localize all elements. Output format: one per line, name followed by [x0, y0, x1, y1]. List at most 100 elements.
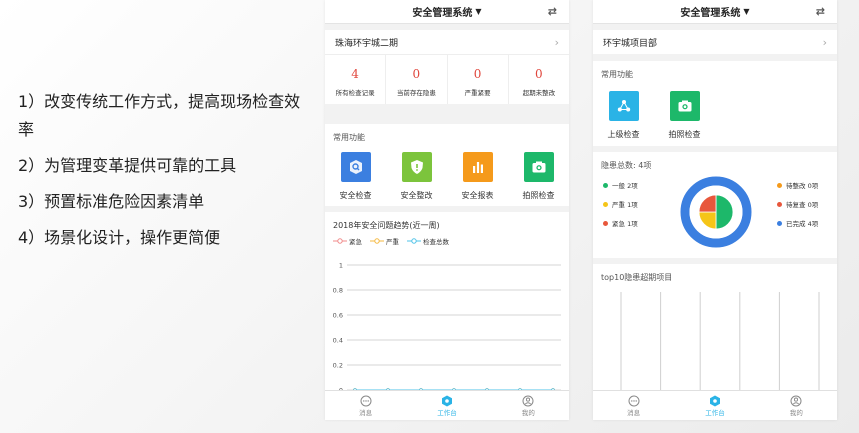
- trend-line-chart: 10.80.60.40.20: [333, 262, 561, 392]
- feature-item: 3）预置标准危险因素清单: [18, 192, 205, 211]
- stat-overdue[interactable]: 0 超期未整改: [509, 55, 569, 104]
- caret-down-icon: ▼: [475, 7, 482, 16]
- sync-icon[interactable]: ⇄: [816, 5, 825, 18]
- app-title-bar[interactable]: 安全管理系统 ▼ ⇄: [593, 0, 837, 24]
- project-selector[interactable]: 珠海环宇城二期 ›: [325, 30, 569, 54]
- legend-label: 待复查 0项: [786, 201, 819, 209]
- legend-dot: [777, 220, 782, 226]
- nav-messages[interactable]: 消息: [325, 391, 406, 420]
- legend-label: 待整改 0项: [786, 182, 819, 190]
- legend-item: 紧急 1项: [603, 218, 638, 228]
- message-icon: [593, 394, 674, 407]
- camera-icon: [669, 91, 700, 121]
- function-photo-check[interactable]: 拍照检查: [508, 152, 569, 201]
- legend-dot: [603, 182, 608, 188]
- nav-profile[interactable]: 我的: [488, 391, 569, 420]
- workbench-icon: [674, 394, 755, 407]
- project-card: 珠海环宇城二期 › 4 所有检查记录 0 当前存在隐患 0 严重紧要 0 超期未…: [325, 30, 569, 104]
- nav-workbench[interactable]: 工作台: [674, 391, 755, 420]
- feature-item: 1）改变传统工作方式，提高现场检查效率: [18, 92, 301, 139]
- profile-icon: [756, 394, 837, 407]
- section-title: 常用功能: [601, 70, 633, 79]
- legend-item: 严重 1项: [603, 199, 638, 209]
- function-superior-check[interactable]: 上级检查: [593, 91, 654, 140]
- app-title-bar[interactable]: 安全管理系统 ▼ ⇄: [325, 0, 569, 24]
- feature-item: 4）场景化设计，操作更简便: [18, 228, 221, 247]
- nav-label: 消息: [627, 409, 641, 417]
- top10-card: top10隐患超期项目: [593, 264, 837, 392]
- legend-label: 严重 1项: [612, 201, 638, 209]
- bottom-nav: 消息 工作台 我的: [325, 390, 569, 420]
- hazard-total: 隐患总数: 4项: [601, 161, 652, 170]
- function-label: 拍照检查: [668, 130, 701, 139]
- function-label: 安全整改: [400, 191, 433, 200]
- profile-icon: [488, 394, 569, 407]
- top10-bar-chart: [620, 292, 820, 390]
- function-label: 安全报表: [461, 191, 494, 200]
- legend-item: 已完成 4项: [777, 218, 818, 228]
- nav-label: 消息: [359, 409, 373, 417]
- stat-value: 0: [535, 67, 543, 81]
- phone-screen-project: 安全管理系统 ▼ ⇄ 珠海环宇城二期 › 4 所有检查记录 0 当前存在隐患 0…: [325, 0, 569, 420]
- function-photo-check[interactable]: 拍照检查: [654, 91, 715, 140]
- shield-icon: [401, 152, 432, 182]
- workbench-icon: [406, 394, 487, 407]
- stat-value: 0: [412, 67, 421, 81]
- nav-label: 我的: [521, 409, 535, 417]
- hazard-donut-chart: [680, 176, 752, 248]
- function-grid: 上级检查 拍照检查: [593, 91, 837, 140]
- stat-label: 所有检查记录: [335, 89, 375, 97]
- stat-value: 4: [351, 67, 359, 81]
- nav-label: 工作台: [705, 409, 725, 417]
- y-tick-label: 0.4: [333, 337, 343, 345]
- app-title: 安全管理系统: [412, 8, 473, 19]
- function-label: 拍照检查: [522, 191, 555, 200]
- hazard-level-legend: 一般 2项 严重 1项 紧急 1项: [603, 180, 638, 237]
- function-safety-check[interactable]: 安全检查: [325, 152, 386, 201]
- nav-messages[interactable]: 消息: [593, 391, 674, 420]
- legend-dot: [777, 201, 782, 207]
- app-title: 安全管理系统: [680, 8, 741, 19]
- search-icon: [340, 152, 371, 182]
- caret-down-icon: ▼: [743, 7, 750, 16]
- nav-label: 我的: [789, 409, 803, 417]
- legend-dot: [777, 182, 782, 188]
- project-card: 环宇城项目部 ›: [593, 30, 837, 54]
- nav-profile[interactable]: 我的: [756, 391, 837, 420]
- stat-label: 当前存在隐患: [396, 89, 436, 97]
- feature-item: 2）为管理变革提供可靠的工具: [18, 156, 237, 175]
- functions-card: 常用功能 安全检查 安全整改 安全报表 拍照检查: [325, 124, 569, 206]
- nav-label: 工作台: [437, 409, 457, 417]
- legend-label: 已完成 4项: [786, 220, 819, 228]
- message-icon: [325, 394, 406, 407]
- legend-dot: [603, 201, 608, 207]
- chevron-right-icon: ›: [822, 35, 827, 49]
- project-selector[interactable]: 环宇城项目部 ›: [593, 30, 837, 54]
- y-tick-label: 0.8: [333, 287, 343, 295]
- stat-current-hazards[interactable]: 0 当前存在隐患: [386, 55, 448, 104]
- section-title: 常用功能: [333, 133, 365, 142]
- stat-all-records[interactable]: 4 所有检查记录: [325, 55, 387, 104]
- function-label: 安全检查: [339, 191, 372, 200]
- nav-workbench[interactable]: 工作台: [406, 391, 487, 420]
- legend-item: 一般 2项: [603, 180, 638, 190]
- function-grid: 安全检查 安全整改 安全报表 拍照检查: [325, 152, 569, 201]
- y-tick-label: 0.6: [333, 312, 343, 320]
- project-name: 环宇城项目部: [603, 38, 658, 49]
- project-name: 珠海环宇城二期: [335, 38, 399, 49]
- chevron-right-icon: ›: [554, 35, 559, 49]
- hazard-status-legend: 待整改 0项 待复查 0项 已完成 4项: [777, 180, 818, 237]
- function-safety-report[interactable]: 安全报表: [447, 152, 508, 201]
- function-safety-rectify[interactable]: 安全整改: [386, 152, 447, 201]
- hazard-summary-card: 隐患总数: 4项 一般 2项 严重 1项 紧急 1项 待整改 0项 待复查 0项…: [593, 152, 837, 258]
- share-icon: [608, 91, 639, 121]
- y-tick-label: 1: [339, 262, 343, 270]
- legend-dot: [603, 220, 608, 226]
- sync-icon[interactable]: ⇄: [548, 5, 557, 18]
- stat-value: 0: [473, 67, 482, 81]
- phone-screen-department: 安全管理系统 ▼ ⇄ 环宇城项目部 › 常用功能 上级检查 拍照检查 隐患总数:…: [593, 0, 837, 420]
- stat-severe[interactable]: 0 严重紧要: [448, 55, 509, 104]
- legend-item: 待复查 0项: [777, 199, 818, 209]
- legend-item: 待整改 0项: [777, 180, 818, 190]
- stat-label: 超期未整改: [522, 89, 556, 97]
